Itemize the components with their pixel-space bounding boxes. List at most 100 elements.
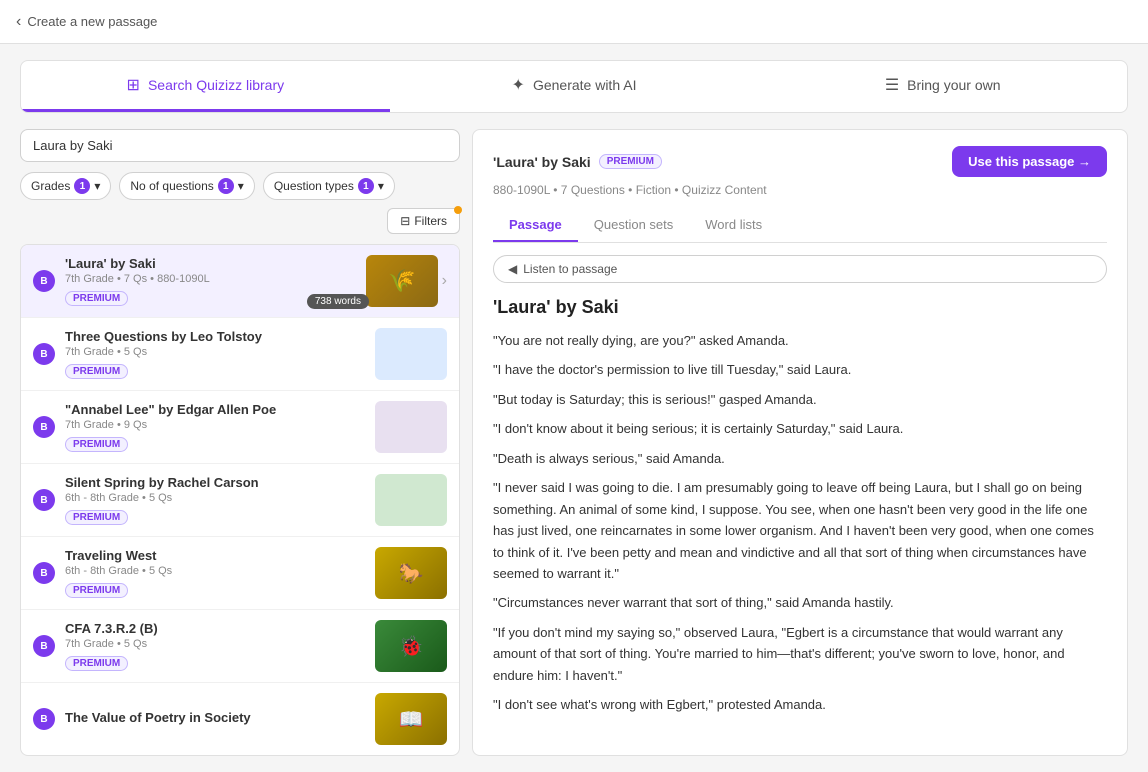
passage-paragraph: "I have the doctor's permission to live … — [493, 359, 1107, 380]
result-title: Traveling West — [65, 548, 367, 563]
list-item[interactable]: B CFA 7.3.R.2 (B) 7th Grade • 5 Qs PREMI… — [21, 610, 459, 683]
back-icon: ‹ — [16, 13, 21, 31]
result-icon: B — [33, 562, 55, 584]
ai-tab-label: Generate with AI — [533, 77, 637, 93]
tab-library[interactable]: ⊞ Search Quizizz library — [21, 61, 390, 112]
filters-label: Filters — [414, 214, 447, 228]
passage-meta: 880-1090L • 7 Questions • Fiction • Quiz… — [493, 183, 1107, 197]
passage-paragraph: "You are not really dying, are you?" ask… — [493, 330, 1107, 351]
passage-paragraph: "But today is Saturday; this is serious!… — [493, 389, 1107, 410]
top-bar: ‹ Create a new passage — [0, 0, 1148, 44]
result-meta: 7th Grade • 5 Qs — [65, 638, 367, 650]
result-meta: 7th Grade • 9 Qs — [65, 419, 367, 431]
result-thumb: 🐎 — [375, 547, 447, 599]
grades-chevron: ▾ — [94, 179, 100, 193]
passage-paragraph: "Death is always serious," said Amanda. — [493, 448, 1107, 469]
result-content: CFA 7.3.R.2 (B) 7th Grade • 5 Qs PREMIUM — [65, 621, 367, 671]
types-filter[interactable]: Question types 1 ▾ — [263, 172, 395, 200]
tab-ai[interactable]: ✦ Generate with AI — [390, 61, 759, 112]
ai-tab-icon: ✦ — [512, 75, 525, 95]
passage-paragraph: "Circumstances never warrant that sort o… — [493, 592, 1107, 613]
search-input[interactable] — [33, 138, 447, 153]
list-item[interactable]: B The Value of Poetry in Society 📖 — [21, 683, 459, 755]
passage-tabs: Passage Question sets Word lists — [493, 209, 1107, 243]
grades-filter[interactable]: Grades 1 ▾ — [20, 172, 111, 200]
passage-title-row: 'Laura' by Saki PREMIUM — [493, 154, 662, 170]
library-tab-label: Search Quizizz library — [148, 77, 284, 93]
result-icon: B — [33, 635, 55, 657]
tab-own[interactable]: ☰ Bring your own — [758, 61, 1127, 112]
library-tab-icon: ⊞ — [127, 75, 140, 95]
list-item[interactable]: B 'Laura' by Saki 7th Grade • 7 Qs • 880… — [21, 245, 459, 318]
result-icon: B — [33, 708, 55, 730]
result-thumb: 🐞 — [375, 620, 447, 672]
questions-badge: 1 — [218, 178, 234, 194]
left-panel: Grades 1 ▾ No of questions 1 ▾ Question … — [20, 129, 460, 756]
premium-badge: PREMIUM — [65, 656, 128, 671]
premium-badge: PREMIUM — [65, 583, 128, 598]
list-item[interactable]: B "Annabel Lee" by Edgar Allen Poe 7th G… — [21, 391, 459, 464]
result-meta: 6th - 8th Grade • 5 Qs — [65, 492, 367, 504]
questions-label: No of questions — [130, 179, 213, 193]
passage-content: 'Laura' by Saki "You are not really dyin… — [493, 297, 1107, 739]
result-icon: B — [33, 343, 55, 365]
result-thumb — [375, 401, 447, 453]
types-badge: 1 — [358, 178, 374, 194]
back-button[interactable]: ‹ Create a new passage — [16, 13, 157, 31]
result-thumb — [375, 328, 447, 380]
result-icon: B — [33, 489, 55, 511]
grades-label: Grades — [31, 179, 70, 193]
passage-tab-word-lists[interactable]: Word lists — [689, 209, 778, 242]
tab-question-sets-label: Question sets — [594, 217, 674, 232]
types-chevron: ▾ — [378, 179, 384, 193]
result-title: CFA 7.3.R.2 (B) — [65, 621, 367, 636]
result-title: The Value of Poetry in Society — [65, 710, 367, 725]
result-title: "Annabel Lee" by Edgar Allen Poe — [65, 402, 367, 417]
questions-filter[interactable]: No of questions 1 ▾ — [119, 172, 254, 200]
result-meta: 7th Grade • 5 Qs — [65, 346, 367, 358]
result-content: "Annabel Lee" by Edgar Allen Poe 7th Gra… — [65, 402, 367, 452]
results-list: B 'Laura' by Saki 7th Grade • 7 Qs • 880… — [20, 244, 460, 756]
list-item[interactable]: B Traveling West 6th - 8th Grade • 5 Qs … — [21, 537, 459, 610]
result-icon: B — [33, 416, 55, 438]
result-thumb: 📖 — [375, 693, 447, 745]
filters-row: Grades 1 ▾ No of questions 1 ▾ Question … — [20, 172, 460, 234]
listen-icon: ◀ — [508, 262, 517, 276]
list-item[interactable]: B Three Questions by Leo Tolstoy 7th Gra… — [21, 318, 459, 391]
passage-header: 'Laura' by Saki PREMIUM Use this passage… — [493, 146, 1107, 177]
passage-paragraph: "I don't know about it being serious; it… — [493, 418, 1107, 439]
filter-dot — [454, 206, 462, 214]
list-item[interactable]: B Silent Spring by Rachel Carson 6th - 8… — [21, 464, 459, 537]
passage-paragraph: "I never said I was going to die. I am p… — [493, 477, 1107, 584]
tab-passage-label: Passage — [509, 217, 562, 232]
premium-badge: PREMIUM — [65, 364, 128, 379]
detail-premium-badge: PREMIUM — [599, 154, 662, 169]
passage-content-title: 'Laura' by Saki — [493, 297, 1107, 318]
result-arrow: › — [442, 272, 447, 290]
result-meta: 6th - 8th Grade • 5 Qs — [65, 565, 367, 577]
result-title: 'Laura' by Saki — [65, 256, 358, 271]
premium-badge: PREMIUM — [65, 437, 128, 452]
use-passage-button[interactable]: Use this passage → — [952, 146, 1107, 177]
tab-word-lists-label: Word lists — [705, 217, 762, 232]
result-content: The Value of Poetry in Society — [65, 710, 367, 729]
result-content: Silent Spring by Rachel Carson 6th - 8th… — [65, 475, 367, 525]
result-title: Three Questions by Leo Tolstoy — [65, 329, 367, 344]
search-box[interactable] — [20, 129, 460, 162]
use-btn-label: Use this passage → — [968, 154, 1091, 169]
premium-badge: PREMIUM — [65, 291, 128, 306]
passage-tab-question-sets[interactable]: Question sets — [578, 209, 690, 242]
questions-chevron: ▾ — [238, 179, 244, 193]
top-bar-title: Create a new passage — [27, 14, 157, 29]
own-tab-icon: ☰ — [885, 75, 899, 95]
passage-tab-passage[interactable]: Passage — [493, 209, 578, 242]
types-label: Question types — [274, 179, 354, 193]
listen-label: Listen to passage — [523, 262, 617, 276]
result-content: Three Questions by Leo Tolstoy 7th Grade… — [65, 329, 367, 379]
listen-button[interactable]: ◀ Listen to passage — [493, 255, 1107, 283]
main-filters-button[interactable]: ⊟ Filters — [387, 208, 460, 234]
result-thumb: 🌾 — [366, 255, 438, 307]
passage-name: 'Laura' by Saki — [493, 154, 591, 170]
result-meta: 7th Grade • 7 Qs • 880-1090L — [65, 273, 358, 285]
grades-badge: 1 — [74, 178, 90, 194]
